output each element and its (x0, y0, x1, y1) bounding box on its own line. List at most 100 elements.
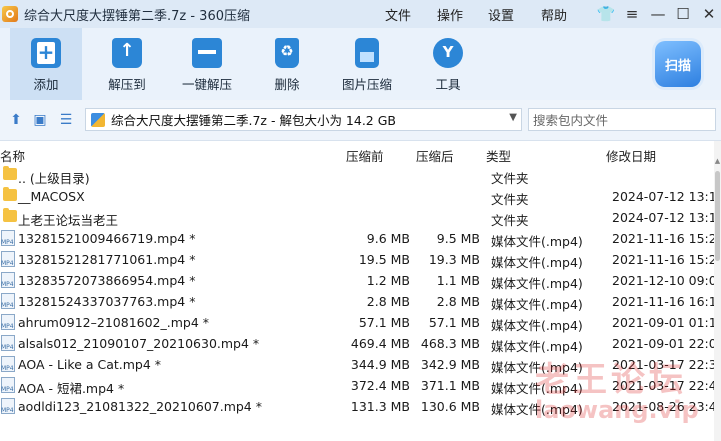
scroll-up-icon[interactable]: ▲ (714, 157, 721, 167)
close-icon[interactable]: ✕ (699, 4, 719, 24)
search-input[interactable]: 搜索包内文件 (528, 108, 716, 131)
window-title: 综合大尺度大摆锤第二季.7z - 360压缩 (24, 8, 250, 24)
menu-action[interactable]: 操作 (437, 0, 463, 28)
file-row[interactable]: 13281524337037763.mp4 * 2.8 MB 2.8 MB 媒体文件(… (0, 291, 714, 312)
cell-name: ahrum0912–21081602_.mp4 * (18, 315, 210, 330)
one-key-extract-icon (192, 38, 222, 68)
cell-type: 文件夹 (491, 213, 529, 228)
add-label: 添加 (33, 77, 59, 92)
file-row[interactable]: 13283572073866954.mp4 * 1.2 MB 1.1 MB 媒体文件(… (0, 270, 714, 291)
maximize-icon[interactable]: ☐ (673, 4, 693, 24)
cell-before: 344.9 MB (350, 357, 410, 372)
minimize-icon[interactable]: — (648, 4, 668, 24)
chevron-down-icon[interactable]: ▼ (509, 112, 517, 123)
vertical-scrollbar[interactable]: ▲ (714, 141, 721, 441)
cell-type: 媒体文件(.mp4) (491, 276, 583, 291)
cell-type: 文件夹 (491, 171, 529, 186)
cell-name: 13281521281771061.mp4 * (18, 252, 196, 267)
delete-button[interactable]: 删除 (264, 28, 310, 100)
cell-modified: 2021-09-01 22:04 (612, 336, 714, 351)
list-header: 名称 压缩前 压缩后 类型 修改日期 (0, 141, 714, 165)
cell-after: 130.6 MB (420, 399, 480, 414)
watermark-url: laowang.vip (535, 396, 699, 424)
search-placeholder: 搜索包内文件 (533, 113, 609, 128)
menu-settings[interactable]: 设置 (488, 0, 514, 28)
cell-modified: 2024-07-12 13:18 (612, 210, 714, 225)
column-before[interactable]: 压缩前 (346, 146, 384, 165)
column-after[interactable]: 压缩后 (416, 146, 454, 165)
mp4-file-icon (1, 335, 15, 351)
cell-type: 媒体文件(.mp4) (491, 255, 583, 270)
mp4-file-icon (1, 356, 15, 372)
column-type[interactable]: 类型 (486, 146, 511, 165)
cell-name: alsals012_21090107_20210630.mp4 * (18, 336, 260, 351)
cell-after: 1.1 MB (436, 273, 480, 288)
add-button[interactable]: 添加 (10, 28, 82, 100)
cell-before: 1.2 MB (366, 273, 410, 288)
file-row[interactable]: alsals012_21090107_20210630.mp4 * 469.4 M… (0, 333, 714, 354)
folder-icon (3, 208, 17, 222)
cell-before: 2.8 MB (366, 294, 410, 309)
file-row[interactable]: 13281521281771061.mp4 * 19.5 MB 19.3 MB 媒体文… (0, 249, 714, 270)
cell-after: 2.8 MB (436, 294, 480, 309)
path-field[interactable]: 综合大尺度大摆锤第二季.7z - 解包大小为 14.2 GB ▼ (85, 108, 522, 131)
image-compress-label: 图片压缩 (341, 77, 392, 92)
one-key-extract-button[interactable]: 一键解压 (176, 28, 238, 100)
mp4-file-icon (1, 293, 15, 309)
menu-lines-icon[interactable]: ≡ (622, 4, 642, 24)
cell-name: __MACOSX (18, 189, 85, 204)
folder-row[interactable]: 上老王论坛当老王 文件夹 2024-07-12 13:18 (0, 207, 714, 228)
cell-before: 19.5 MB (358, 252, 410, 267)
cell-modified: 2021-12-10 09:07 (612, 273, 714, 288)
folder-row[interactable]: __MACOSX 文件夹 2024-07-12 13:18 (0, 186, 714, 207)
cell-type: 媒体文件(.mp4) (491, 234, 583, 249)
cell-type: 媒体文件(.mp4) (491, 318, 583, 333)
folder-row[interactable]: .. (上级目录) 文件夹 (0, 165, 714, 186)
cell-type: 媒体文件(.mp4) (491, 297, 583, 312)
menu-file[interactable]: 文件 (385, 0, 411, 28)
cell-after: 19.3 MB (428, 252, 480, 267)
toolbar: 添加 解压到 一键解压 删除 图片压缩 工具 扫描 (0, 28, 721, 100)
app-logo-icon (2, 6, 18, 22)
skin-shirt-icon[interactable]: 👕 (596, 4, 616, 24)
image-compress-icon (355, 38, 379, 68)
one-key-extract-label: 一键解压 (181, 77, 232, 92)
view-list-icon[interactable]: ☰ (58, 112, 74, 128)
folder-icon (3, 166, 17, 180)
column-modified[interactable]: 修改日期 (606, 146, 656, 165)
cell-modified: 2024-07-12 13:18 (612, 189, 714, 204)
cell-after: 57.1 MB (428, 315, 480, 330)
cell-name: aodldi123_21081322_20210607.mp4 * (18, 399, 262, 414)
cell-after: 468.3 MB (420, 336, 480, 351)
column-name[interactable]: 名称 (0, 146, 25, 165)
mp4-file-icon (1, 251, 15, 267)
menu-help[interactable]: 帮助 (541, 0, 567, 28)
cell-after: 371.1 MB (420, 378, 480, 393)
cell-name: 13281524337037763.mp4 * (18, 294, 196, 309)
up-arrow-icon[interactable]: ⬆ (8, 112, 24, 128)
tools-button[interactable]: 工具 (425, 28, 471, 100)
tools-icon (433, 38, 463, 68)
delete-icon (275, 38, 299, 68)
file-row[interactable]: ahrum0912–21081602_.mp4 * 57.1 MB 57.1 MB 媒… (0, 312, 714, 333)
cell-name: AOA - 短裙.mp4 * (18, 381, 125, 396)
mp4-file-icon (1, 398, 15, 414)
cell-type: 文件夹 (491, 192, 529, 207)
cell-before: 57.1 MB (358, 315, 410, 330)
image-compress-button[interactable]: 图片压缩 (336, 28, 398, 100)
folder-icon (3, 187, 17, 201)
address-bar: ⬆ ▣ ☰ 综合大尺度大摆锤第二季.7z - 解包大小为 14.2 GB ▼ 搜… (0, 100, 721, 141)
mp4-file-icon (1, 272, 15, 288)
cell-modified: 2021-11-16 15:23 (612, 231, 714, 246)
cell-before: 9.6 MB (366, 231, 410, 246)
cell-modified: 2021-11-16 15:28 (612, 252, 714, 267)
view-thumbnail-icon[interactable]: ▣ (32, 112, 48, 128)
cell-before: 131.3 MB (350, 399, 410, 414)
file-row[interactable]: 13281521009466719.mp4 * 9.6 MB 9.5 MB 媒体文件(… (0, 228, 714, 249)
extract-to-label: 解压到 (108, 77, 146, 92)
mp4-file-icon (1, 314, 15, 330)
cell-before: 469.4 MB (350, 336, 410, 351)
scrollbar-thumb[interactable] (715, 171, 720, 261)
extract-to-button[interactable]: 解压到 (97, 28, 157, 100)
scan-button[interactable]: 扫描 (655, 41, 701, 87)
